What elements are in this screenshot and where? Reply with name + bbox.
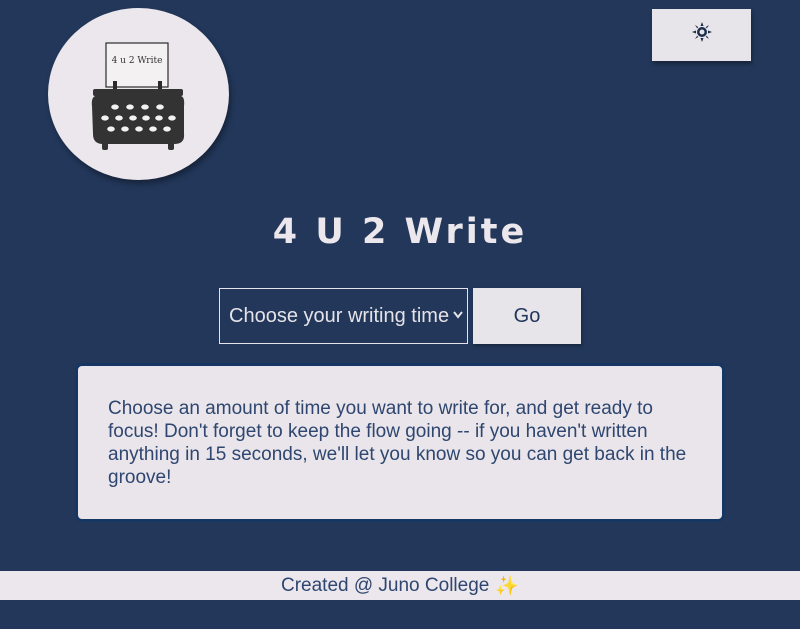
writing-time-select[interactable]: Choose your writing time xyxy=(219,288,468,344)
page: 4 u 2 Write 4 U 2 Write Choose your writ… xyxy=(0,0,800,629)
chevron-down-icon xyxy=(453,308,463,325)
go-button[interactable]: Go xyxy=(473,288,581,344)
sparkle-icon: ✨ xyxy=(495,575,520,597)
writing-time-selected: Choose your writing time xyxy=(229,304,450,327)
logo: 4 u 2 Write xyxy=(48,8,229,180)
instructions-panel: Choose an amount of time you want to wri… xyxy=(75,363,725,522)
theme-toggle-button[interactable] xyxy=(652,9,751,61)
footer: Created @ Juno College ✨ xyxy=(0,571,800,600)
page-title: 4 U 2 Write xyxy=(272,212,528,252)
footer-credit: Created @ Juno College xyxy=(280,574,490,596)
sun-icon xyxy=(691,22,712,48)
instructions-text: Choose an amount of time you want to wri… xyxy=(108,398,687,488)
logo-text: 4 u 2 Write xyxy=(112,56,163,66)
typewriter-icon: 4 u 2 Write xyxy=(91,42,185,150)
